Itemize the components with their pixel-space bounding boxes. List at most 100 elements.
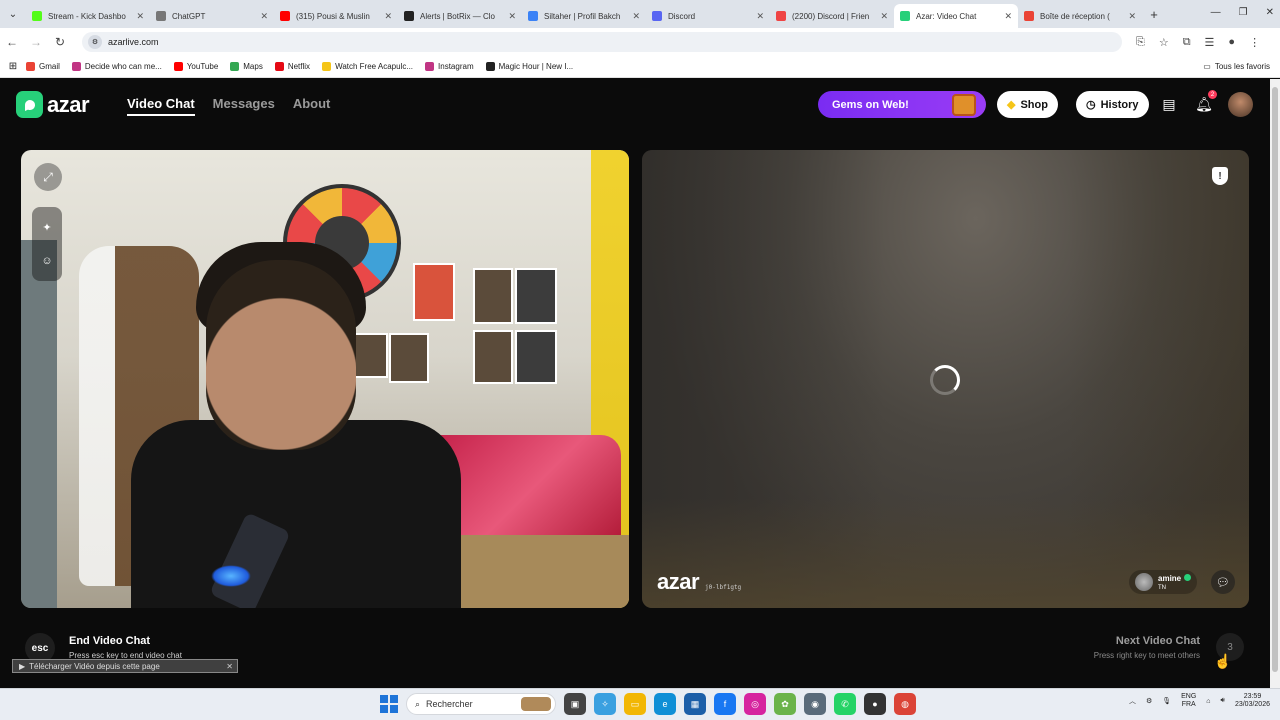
browser-tab[interactable]: (2200) Discord | Frien ✕ bbox=[770, 4, 894, 28]
close-tab-icon[interactable]: ✕ bbox=[136, 11, 144, 22]
reload-icon[interactable]: ↻ bbox=[48, 35, 72, 49]
gems-banner[interactable]: Gems on Web! bbox=[818, 91, 986, 118]
file-explorer-icon[interactable]: ▭ bbox=[624, 693, 646, 715]
magic-wand-icon[interactable]: ✦ bbox=[39, 219, 55, 235]
user-avatar[interactable] bbox=[1228, 92, 1253, 117]
close-tab-icon[interactable]: ✕ bbox=[384, 11, 392, 22]
minimize-icon[interactable]: — bbox=[1211, 7, 1221, 18]
media-control-icon[interactable]: ☰ bbox=[1205, 36, 1215, 49]
nav-video-chat[interactable]: Video Chat bbox=[127, 96, 195, 116]
profile-icon[interactable]: ● bbox=[1228, 36, 1235, 49]
clock[interactable]: 23:59 23/03/2026 bbox=[1235, 693, 1270, 710]
apps-grid-icon[interactable]: ⊞ bbox=[0, 61, 26, 72]
chrome-icon[interactable]: ◍ bbox=[894, 693, 916, 715]
azar-logo-text: azar bbox=[47, 91, 90, 117]
bookmark-item[interactable]: Magic Hour | New I... bbox=[485, 62, 573, 71]
next-video-chat-button[interactable]: Next Video Chat bbox=[1116, 635, 1200, 647]
chat-bubble-icon[interactable]: 💬︎ bbox=[1211, 570, 1235, 594]
bookmark-item[interactable]: Netflix bbox=[274, 62, 310, 71]
bookmark-item[interactable]: Gmail bbox=[26, 62, 60, 71]
store-icon[interactable]: ▦ bbox=[684, 693, 706, 715]
extensions-icon[interactable]: ⧉ bbox=[1183, 36, 1191, 49]
whatsapp-icon[interactable]: ✆ bbox=[834, 693, 856, 715]
close-window-icon[interactable]: ✕ bbox=[1266, 7, 1274, 18]
report-shield-icon[interactable]: ! bbox=[1212, 167, 1228, 185]
azar-logo[interactable]: azar bbox=[16, 91, 90, 118]
browser-tab[interactable]: Azar: Video Chat ✕ bbox=[894, 4, 1018, 28]
language-indicator[interactable]: ENG FRA bbox=[1181, 693, 1196, 710]
edge-icon[interactable]: e bbox=[654, 693, 676, 715]
bookmark-item[interactable]: Instagram bbox=[425, 62, 474, 71]
end-video-chat-button[interactable]: End Video Chat bbox=[69, 635, 150, 647]
tray-chevron-icon[interactable]: ︿ bbox=[1129, 696, 1136, 706]
instagram-icon[interactable]: ◎ bbox=[744, 693, 766, 715]
all-bookmarks[interactable]: ▭ Tous les favoris bbox=[1203, 62, 1270, 71]
volume-icon[interactable]: 🔊︎ bbox=[1221, 697, 1225, 705]
task-view-icon[interactable]: ▣ bbox=[564, 693, 586, 715]
window-controls: — ❐ ✕ bbox=[1211, 7, 1274, 18]
taskbar-app-icon[interactable]: ✿ bbox=[774, 693, 796, 715]
browser-tab[interactable]: Boîte de réception (✕ bbox=[1018, 4, 1142, 28]
shop-button[interactable]: ◆ Shop bbox=[997, 91, 1058, 118]
video-download-bar[interactable]: ▶ Télécharger Vidéo depuis cette page ✕ bbox=[12, 659, 238, 673]
restore-icon[interactable]: ❐ bbox=[1239, 7, 1248, 18]
face-filter-icon[interactable]: ☺ bbox=[39, 253, 55, 269]
install-app-icon[interactable]: ⎘ bbox=[1136, 36, 1145, 49]
bookmark-item[interactable]: YouTube bbox=[173, 62, 219, 71]
bookmark-item[interactable]: Maps bbox=[230, 62, 263, 71]
address-bar[interactable]: ⚙ azarlive.com bbox=[82, 32, 1122, 52]
bookmark-star-icon[interactable]: ☆ bbox=[1159, 36, 1169, 49]
tray-mic-icon[interactable]: 🎙︎ bbox=[1162, 697, 1171, 705]
page-scrollbar[interactable] bbox=[1270, 79, 1280, 688]
site-info-icon[interactable]: ⚙ bbox=[88, 35, 102, 49]
tab-title: Siltaher | Profil Bakch bbox=[544, 11, 621, 21]
close-download-bar-icon[interactable]: ✕ bbox=[226, 662, 233, 671]
bookmark-list: Gmail Decide who can me... YouTube Maps Netf… bbox=[26, 62, 585, 71]
close-tab-icon[interactable]: ✕ bbox=[1004, 11, 1012, 22]
camera-icon[interactable]: ◉ bbox=[804, 693, 826, 715]
fullscreen-expand-icon[interactable]: ⤢ bbox=[34, 163, 62, 191]
new-tab-button[interactable]: + bbox=[1142, 7, 1166, 22]
bookmark-item[interactable]: Watch Free Acapulc... bbox=[322, 62, 413, 71]
close-tab-icon[interactable]: ✕ bbox=[880, 11, 888, 22]
copilot-icon[interactable]: ✧ bbox=[594, 693, 616, 715]
browser-tab[interactable]: Siltaher | Profil Bakch ✕ bbox=[522, 4, 646, 28]
bookmark-favicon-icon bbox=[26, 62, 35, 71]
close-tab-icon[interactable]: ✕ bbox=[508, 11, 516, 22]
inbox-icon[interactable]: ▤ bbox=[1158, 93, 1180, 115]
browser-menu-icon[interactable]: ⋮ bbox=[1249, 36, 1260, 49]
tab-title: (315) Pousi & Muslin bbox=[296, 11, 370, 21]
bookmark-item[interactable]: Decide who can me... bbox=[71, 62, 162, 71]
close-tab-icon[interactable]: ✕ bbox=[1128, 11, 1136, 22]
history-button[interactable]: ◷ History bbox=[1076, 91, 1149, 118]
browser-tab[interactable]: Discord ✕ bbox=[646, 4, 770, 28]
bookmark-label: YouTube bbox=[186, 62, 219, 71]
notification-bell-icon[interactable]: 🔔︎ 2 bbox=[1193, 90, 1217, 115]
search-highlight-image bbox=[521, 697, 551, 711]
browser-tab[interactable]: Alerts | BotRix — Clo ✕ bbox=[398, 4, 522, 28]
nav-messages[interactable]: Messages bbox=[213, 96, 275, 116]
obs-icon[interactable]: ● bbox=[864, 693, 886, 715]
facebook-icon[interactable]: f bbox=[714, 693, 736, 715]
azar-logo-icon bbox=[16, 91, 43, 118]
tab-search-chevron-icon[interactable]: ⌄ bbox=[0, 0, 26, 28]
tab-favicon-icon bbox=[776, 11, 786, 21]
close-tab-icon[interactable]: ✕ bbox=[260, 11, 268, 22]
remote-video: ! azar j0-lbf1gtg amine TN 💬︎ bbox=[642, 150, 1249, 608]
search-icon: ⌕ bbox=[415, 698, 421, 709]
browser-tab[interactable]: Stream - Kick Dashbo ✕ bbox=[26, 4, 150, 28]
close-tab-icon[interactable]: ✕ bbox=[632, 11, 640, 22]
peer-info[interactable]: amine TN bbox=[1129, 570, 1198, 594]
back-icon[interactable]: ← bbox=[0, 35, 24, 49]
nav-about[interactable]: About bbox=[293, 96, 331, 116]
browser-tab[interactable]: ChatGPT ✕ bbox=[150, 4, 274, 28]
bookmark-favicon-icon bbox=[173, 62, 183, 71]
scrollbar-thumb[interactable] bbox=[1272, 87, 1278, 672]
windows-start-icon[interactable] bbox=[380, 695, 398, 713]
network-icon[interactable]: ⌂ bbox=[1206, 698, 1210, 705]
forward-icon[interactable]: → bbox=[24, 35, 48, 49]
taskbar-search[interactable]: ⌕ Rechercher bbox=[406, 693, 556, 715]
close-tab-icon[interactable]: ✕ bbox=[756, 11, 764, 22]
browser-tab[interactable]: (315) Pousi & Muslin ✕ bbox=[274, 4, 398, 28]
tray-app-icon[interactable]: ⚙ bbox=[1146, 697, 1152, 705]
